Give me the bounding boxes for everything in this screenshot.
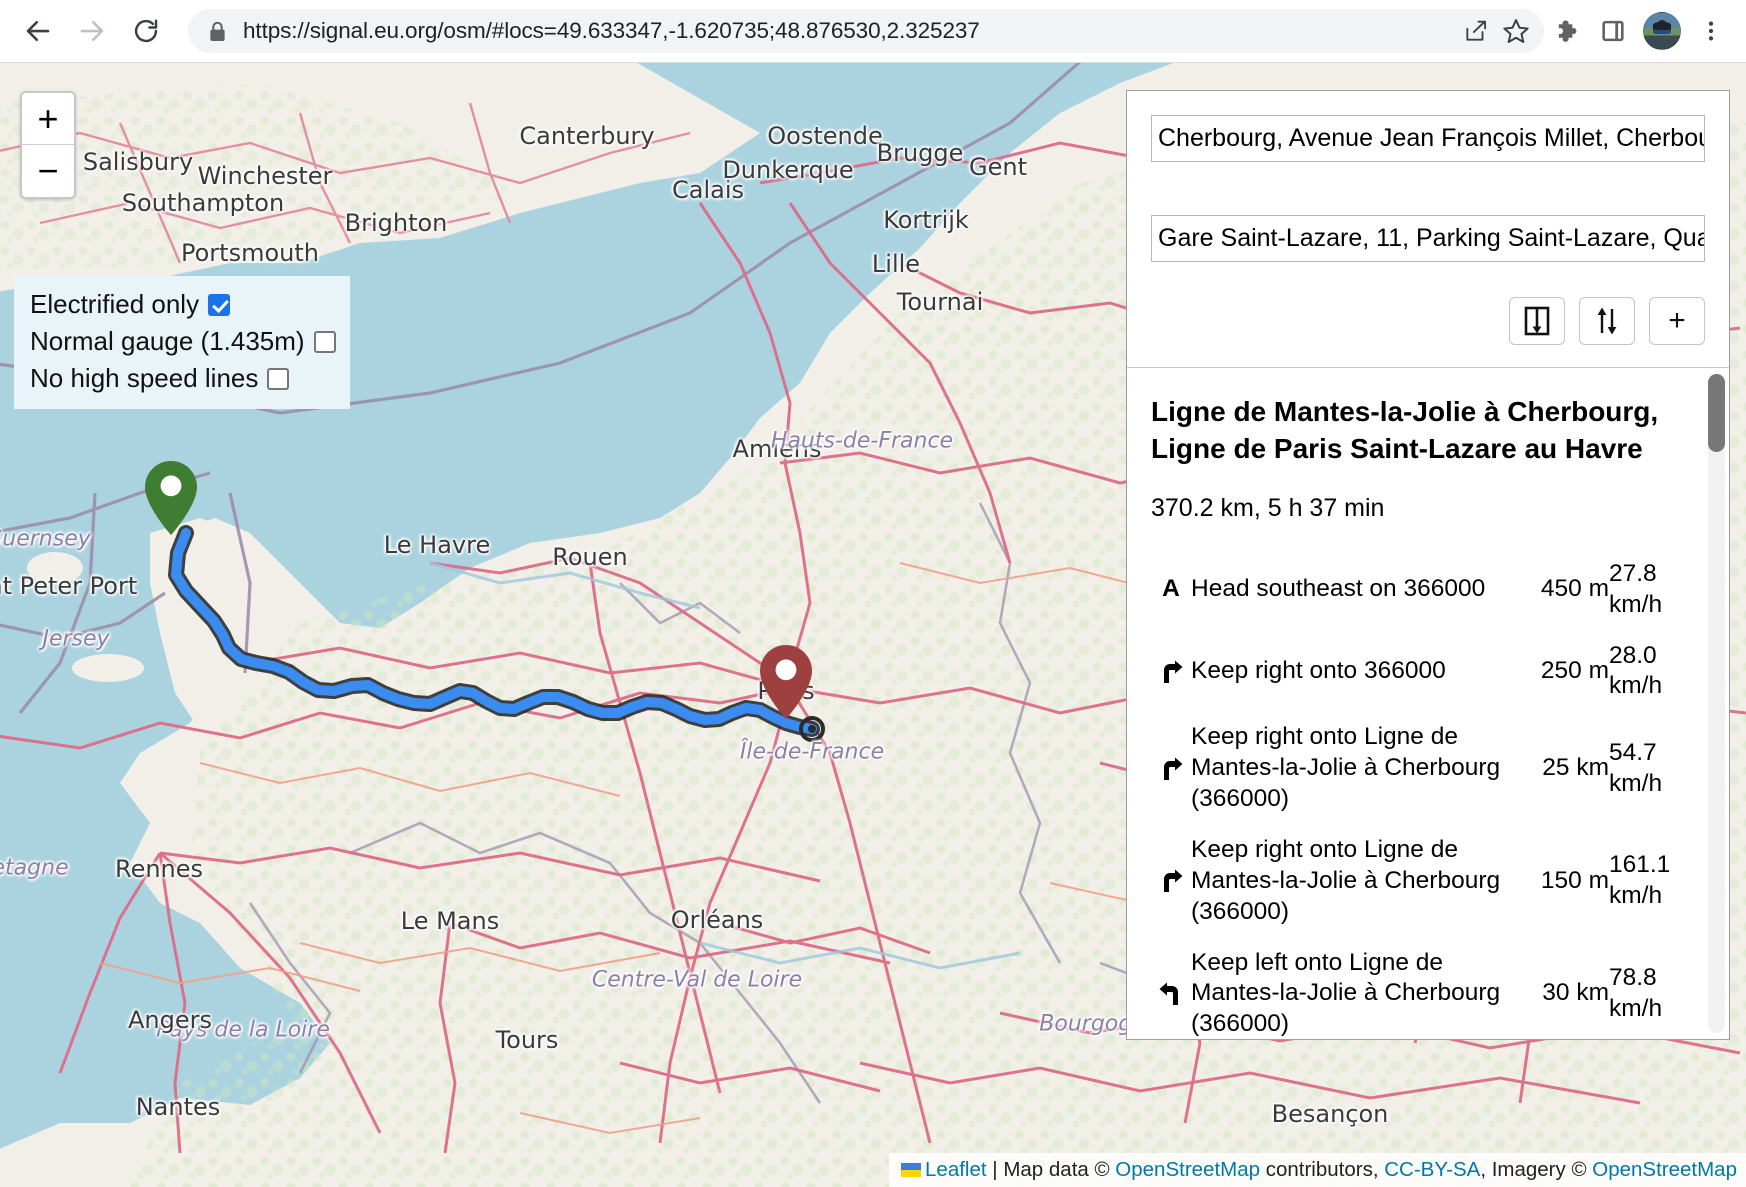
instruction-speed: 78.8 km/h	[1609, 963, 1663, 1022]
instruction-row[interactable]: Keep right onto Ligne de Mantes-la-Jolie…	[1151, 712, 1701, 825]
filter-checkbox-no-high-speed[interactable]	[267, 367, 290, 390]
route-summary: 370.2 km, 5 h 37 min	[1151, 493, 1385, 522]
reverse-route-button[interactable]	[1579, 297, 1635, 345]
filter-row-electrified-only[interactable]: Electrified only	[30, 286, 336, 323]
zoom-in-button[interactable]: +	[22, 93, 74, 145]
lock-icon[interactable]	[208, 20, 227, 43]
instruction-table: A Head southeast on 366000 450 m 27.8 km/h K…	[1151, 549, 1701, 1039]
instruction-text: Keep right onto 366000	[1191, 657, 1446, 685]
add-waypoint-button[interactable]: +	[1649, 297, 1705, 345]
destination-marker-pin[interactable]	[760, 645, 812, 719]
instruction-row[interactable]: Keep right onto Ligne de Mantes-la-Jolie…	[1151, 825, 1701, 938]
instruction-speed: 161.1 km/h	[1609, 851, 1671, 910]
attr-mapdata: Map data ©	[1003, 1158, 1116, 1182]
itinerary-scrollbar[interactable]	[1708, 374, 1725, 1033]
instruction-text: Keep right onto Ligne de Mantes-la-Jolie…	[1191, 835, 1501, 925]
route-title: Ligne de Mantes-la-Jolie à Cherbourg, Li…	[1151, 396, 1659, 464]
license-link[interactable]: CC-BY-SA	[1384, 1158, 1480, 1181]
attr-sep: |	[986, 1158, 1004, 1182]
zoom-out-button[interactable]: −	[22, 145, 74, 197]
instruction-text: Keep right onto Ligne de Mantes-la-Jolie…	[1191, 723, 1501, 813]
chrome-menu-icon[interactable]	[1688, 8, 1734, 54]
back-button[interactable]	[14, 7, 62, 55]
instruction-speed: 27.8 km/h	[1609, 559, 1663, 618]
instruction-keep-right-icon	[1151, 631, 1191, 713]
filter-label-normal-gauge: Normal gauge (1.435m)	[30, 326, 305, 356]
leaflet-link[interactable]: Leaflet	[925, 1158, 987, 1181]
instruction-row[interactable]: A Head southeast on 366000 450 m 27.8 km/h	[1151, 549, 1701, 631]
osm-link-2[interactable]: OpenStreetMap	[1592, 1158, 1737, 1181]
instruction-keep-right-icon	[1151, 712, 1191, 825]
forward-button[interactable]	[68, 7, 116, 55]
itinerary-section: Ligne de Mantes-la-Jolie à Cherbourg, Li…	[1127, 368, 1729, 1039]
instruction-keep-right-icon	[1151, 825, 1191, 938]
address-bar[interactable]: https://signal.eu.org/osm/#locs=49.63334…	[188, 9, 1544, 53]
route-action-buttons: +	[1151, 297, 1705, 345]
filter-label-no-high-speed: No high speed lines	[30, 363, 259, 393]
fit-route-button[interactable]	[1509, 297, 1565, 345]
instruction-distance: 150 m	[1540, 866, 1609, 894]
start-marker-pin[interactable]	[145, 461, 197, 535]
routing-panel: Cherbourg, Avenue Jean François Millet, …	[1126, 90, 1730, 1040]
filter-label-electrified-only: Electrified only	[30, 289, 200, 319]
instruction-distance: 450 m	[1540, 575, 1609, 603]
ukraine-flag-icon	[901, 1163, 922, 1178]
osm-link-1[interactable]: OpenStreetMap	[1115, 1158, 1260, 1181]
origin-input[interactable]: Cherbourg, Avenue Jean François Millet, …	[1151, 115, 1705, 162]
attr-contributors: contributors,	[1260, 1158, 1385, 1182]
filter-row-no-high-speed[interactable]: No high speed lines	[30, 360, 336, 397]
instruction-keep-left-icon	[1151, 938, 1191, 1040]
browser-toolbar: https://signal.eu.org/osm/#locs=49.63334…	[0, 0, 1746, 63]
instruction-row[interactable]: Keep right onto 366000 250 m 28.0 km/h	[1151, 631, 1701, 713]
instruction-text: Head southeast on 366000	[1191, 575, 1486, 603]
filter-row-normal-gauge[interactable]: Normal gauge (1.435m)	[30, 323, 336, 360]
profile-avatar[interactable]	[1643, 12, 1681, 50]
share-icon[interactable]	[1456, 11, 1496, 51]
attr-imagery: , Imagery ©	[1480, 1158, 1593, 1182]
destination-input[interactable]: Gare Saint-Lazare, 11, Parking Saint-Laz…	[1151, 215, 1705, 262]
instruction-distance: 250 m	[1540, 657, 1609, 685]
filter-checkbox-normal-gauge[interactable]	[313, 330, 336, 353]
filter-checkbox-electrified-only[interactable]	[208, 293, 231, 316]
zoom-control: + −	[20, 91, 76, 199]
instruction-distance: 25 km	[1542, 754, 1609, 782]
instruction-speed: 54.7 km/h	[1609, 738, 1663, 797]
side-panel-icon[interactable]	[1590, 8, 1636, 54]
instruction-speed: 28.0 km/h	[1609, 641, 1663, 700]
bookmark-star-icon[interactable]	[1496, 11, 1536, 51]
url-text[interactable]: https://signal.eu.org/osm/#locs=49.63334…	[243, 18, 1456, 44]
reload-button[interactable]	[122, 7, 170, 55]
instruction-row[interactable]: Keep left onto Ligne de Mantes-la-Jolie …	[1151, 938, 1701, 1040]
instruction-text: Keep left onto Ligne de Mantes-la-Jolie …	[1191, 948, 1501, 1038]
map-attribution: Leaflet | Map data © OpenStreetMap contr…	[889, 1153, 1746, 1187]
geocoder-section: Cherbourg, Avenue Jean François Millet, …	[1127, 91, 1729, 368]
instruction-distance: 30 km	[1542, 979, 1609, 1007]
extensions-puzzle-icon[interactable]	[1544, 8, 1590, 54]
itinerary-scrollbar-thumb[interactable]	[1708, 374, 1725, 452]
instruction-start-letter-icon: A	[1162, 575, 1180, 603]
layer-filter-control: Electrified only Normal gauge (1.435m) N…	[14, 276, 350, 409]
